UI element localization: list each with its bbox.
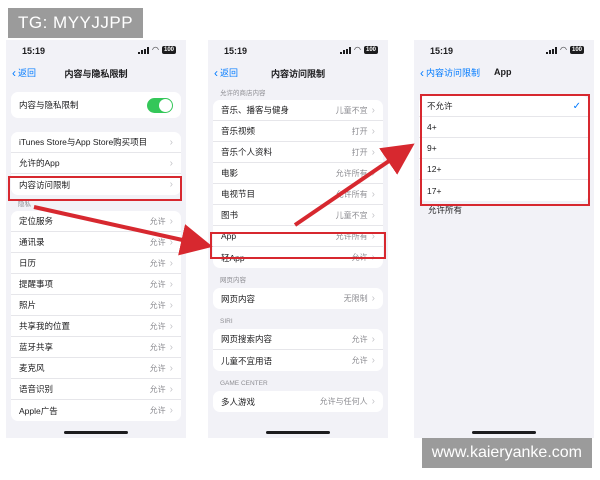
arrow-to-rating-options <box>293 143 415 227</box>
instruction-arrows <box>33 143 415 256</box>
watermark-top-left: TG: MYYJJPP <box>8 8 144 38</box>
arrow-to-app-row <box>33 205 213 256</box>
watermark-bottom-right: www.kaieryanke.com <box>421 438 592 468</box>
